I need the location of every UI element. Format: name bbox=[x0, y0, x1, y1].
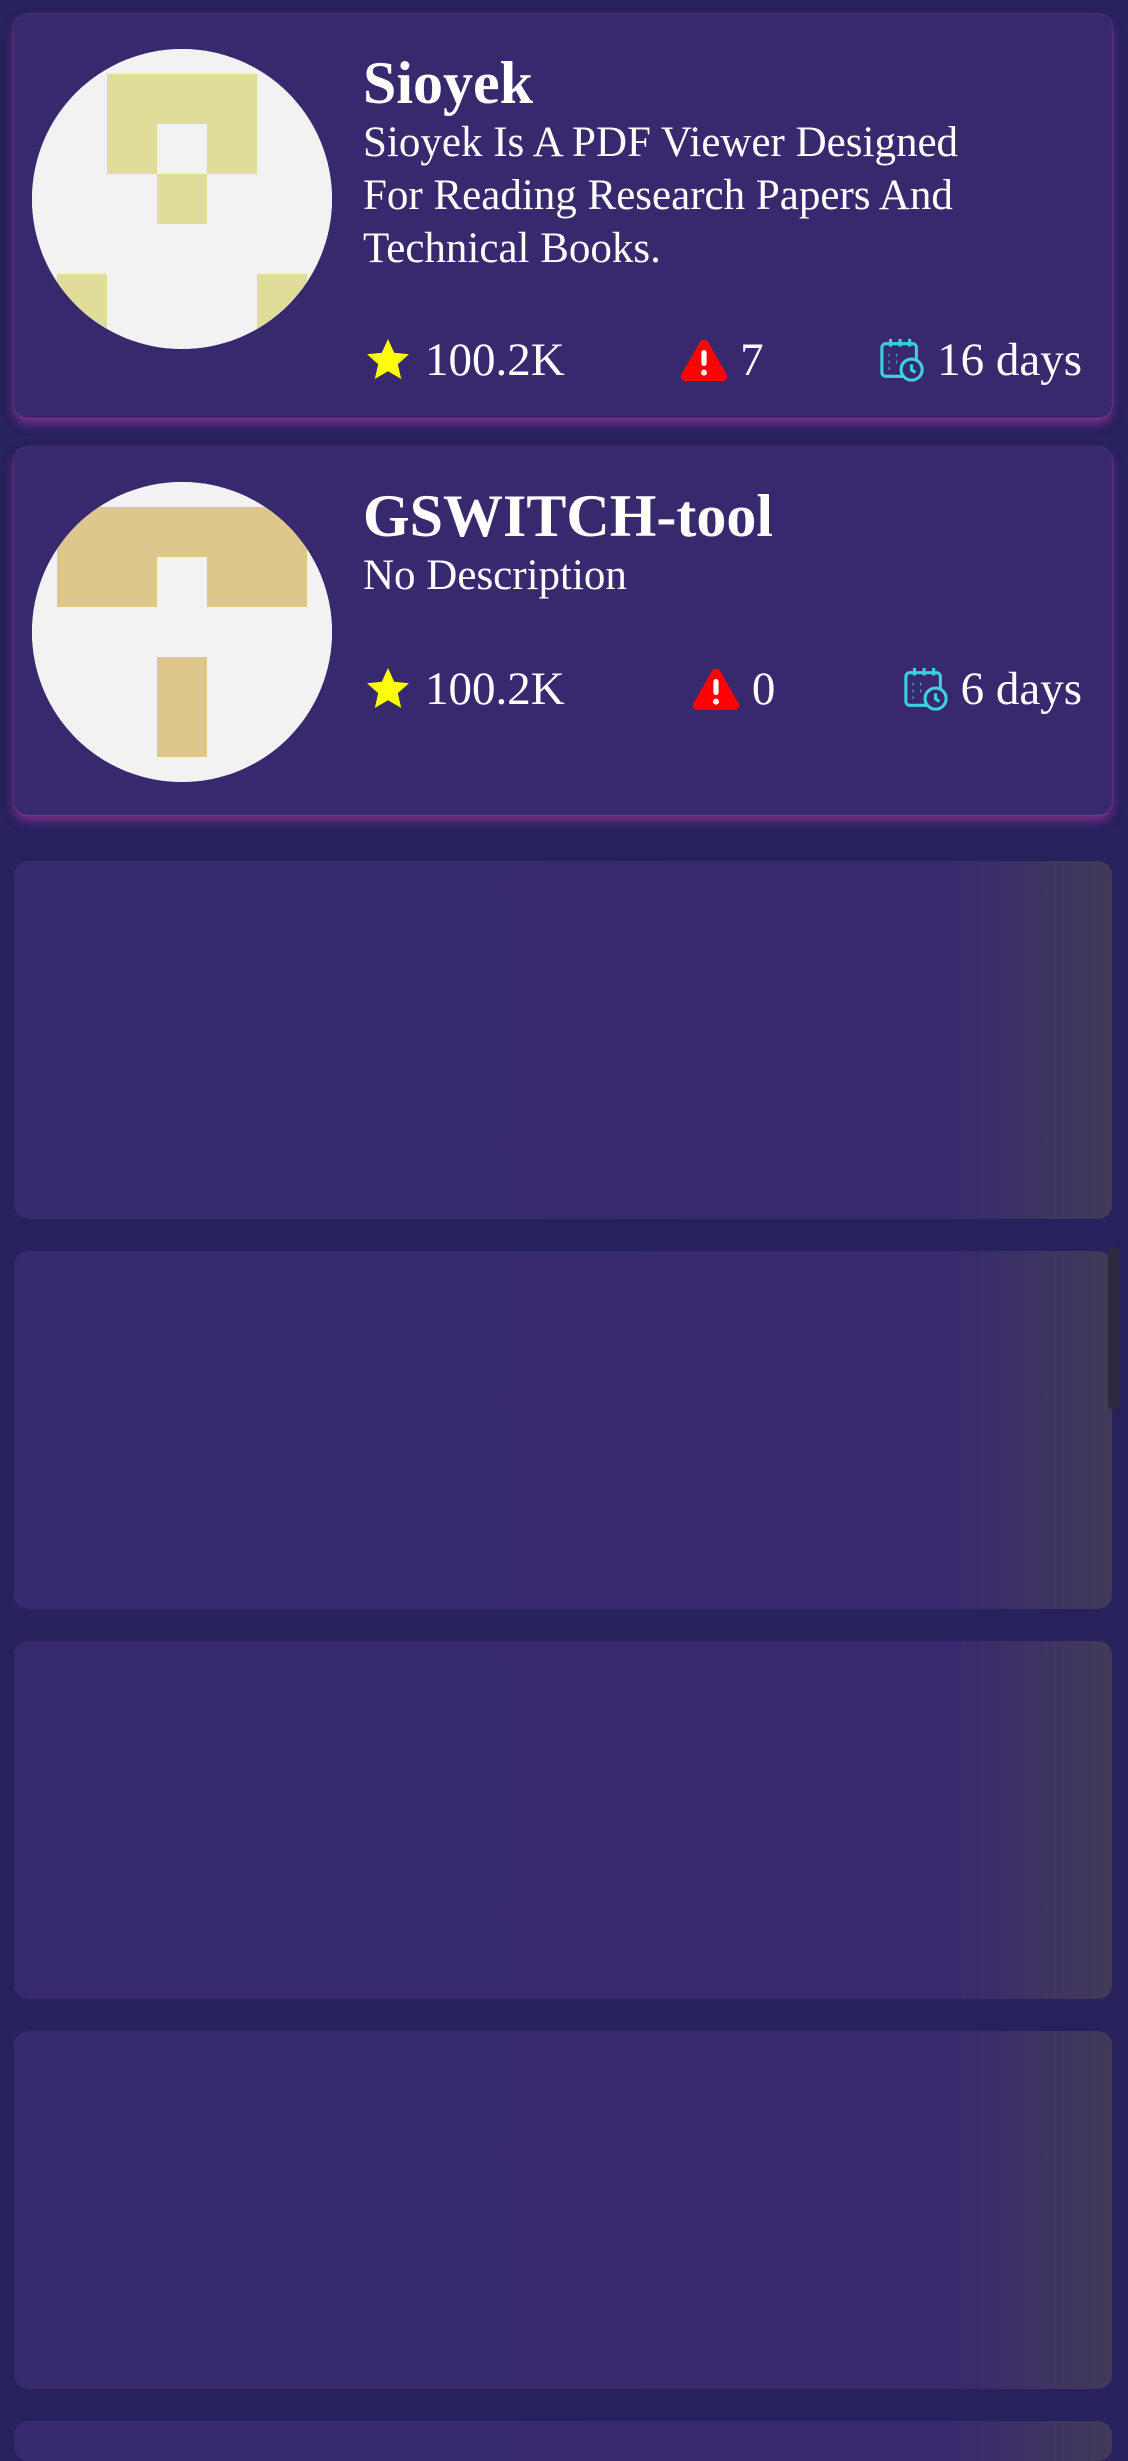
repo-card[interactable]: Sioyek Sioyek Is A PDF Viewer Designed F… bbox=[14, 14, 1112, 418]
star-icon bbox=[363, 665, 413, 713]
repo-list: Sioyek Sioyek Is A PDF Viewer Designed F… bbox=[0, 0, 1128, 2461]
issues-count: 7 bbox=[740, 334, 764, 386]
repo-name[interactable]: GSWITCH-tool bbox=[363, 483, 1082, 549]
repo-avatar bbox=[32, 49, 332, 349]
issues-stat: 0 bbox=[692, 662, 776, 716]
stars-stat: 100.2K bbox=[363, 662, 565, 716]
identicon-image bbox=[32, 49, 332, 349]
warning-icon bbox=[680, 338, 728, 382]
updated-time: 6 days bbox=[960, 663, 1082, 715]
skeleton-card bbox=[14, 2421, 1112, 2461]
stars-count: 100.2K bbox=[425, 663, 565, 715]
identicon-image bbox=[32, 482, 332, 782]
skeleton-card bbox=[14, 861, 1112, 1219]
warning-icon bbox=[692, 667, 740, 711]
stars-stat: 100.2K bbox=[363, 333, 565, 387]
issues-count: 0 bbox=[751, 663, 776, 715]
repo-description-line: Sioyek Is A PDF Viewer Designed bbox=[363, 119, 959, 166]
skeleton-card bbox=[14, 1251, 1112, 1609]
repo-avatar bbox=[32, 482, 332, 782]
star-icon bbox=[363, 336, 413, 384]
scrollbar-thumb[interactable] bbox=[1108, 1246, 1120, 1410]
skeleton-card bbox=[14, 1641, 1112, 1999]
issues-stat: 7 bbox=[680, 333, 764, 387]
repo-description-line: No Description bbox=[363, 552, 627, 599]
calendar-clock-icon bbox=[903, 666, 949, 712]
updated-stat: 16 days bbox=[879, 333, 1082, 387]
updated-stat: 6 days bbox=[903, 662, 1082, 716]
repo-stats: 100.2K 7 16 days bbox=[363, 332, 1082, 388]
stars-count: 100.2K bbox=[425, 334, 565, 386]
updated-time: 16 days bbox=[937, 334, 1082, 386]
repo-stats: 100.2K 0 6 days bbox=[363, 661, 1082, 717]
repo-description-line: Technical Books. bbox=[363, 225, 661, 272]
repo-description-line: For Reading Research Papers And bbox=[363, 172, 953, 219]
repo-name[interactable]: Sioyek bbox=[363, 50, 1082, 116]
repo-card[interactable]: GSWITCH-tool No Description 100.2K 0 6 d… bbox=[14, 447, 1112, 815]
skeleton-card bbox=[14, 2031, 1112, 2389]
calendar-clock-icon bbox=[879, 337, 925, 383]
